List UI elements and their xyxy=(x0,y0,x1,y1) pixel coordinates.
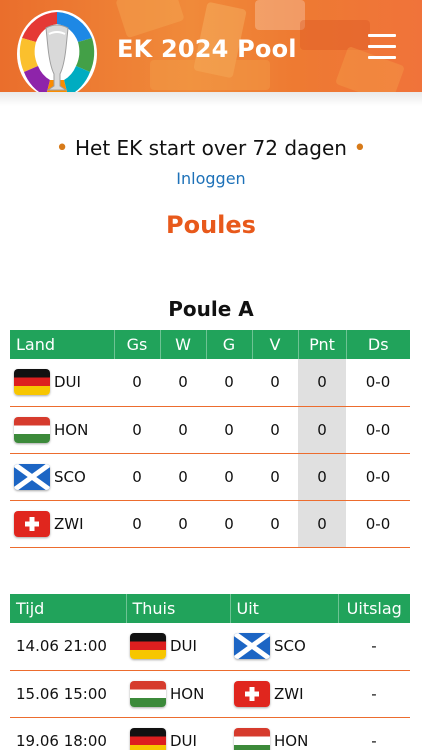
points-cell: 0 xyxy=(298,453,346,501)
points-cell: 0 xyxy=(298,500,346,548)
draws-cell: 0 xyxy=(206,359,252,407)
home-team-cell: HON xyxy=(126,670,230,718)
match-time: 15.06 15:00 xyxy=(10,670,126,718)
standings-row: HON 0 0 0 0 0 0-0 xyxy=(10,406,410,454)
hungary-flag-icon xyxy=(130,680,166,707)
column-header-w[interactable]: W xyxy=(159,330,206,359)
match-row[interactable]: 15.06 15:00 HON ZWI - xyxy=(10,670,410,718)
app-header: EK 2024 Pool xyxy=(0,0,422,92)
away-team-cell: SCO xyxy=(230,623,338,671)
header-decoration xyxy=(255,0,305,30)
team-code: HON xyxy=(170,684,205,703)
standings-header-row: Land Gs W G V Pnt Ds xyxy=(10,330,410,359)
played-cell: 0 xyxy=(114,359,160,407)
home-team-cell: DUI xyxy=(126,717,230,750)
team-code: SCO xyxy=(54,467,86,486)
goal-diff-cell: 0-0 xyxy=(346,500,410,548)
wins-cell: 0 xyxy=(160,359,206,407)
hungary-flag-icon xyxy=(234,727,270,750)
team-code: ZWI xyxy=(54,514,84,533)
team-code: DUI xyxy=(170,731,197,750)
germany-flag-icon xyxy=(130,633,166,660)
hungary-flag-icon xyxy=(14,416,50,443)
match-row[interactable]: 14.06 21:00 DUI SCO - xyxy=(10,623,410,671)
losses-cell: 0 xyxy=(252,500,298,548)
team-code: HON xyxy=(274,731,309,750)
header-decoration xyxy=(115,0,185,39)
wins-cell: 0 xyxy=(160,453,206,501)
column-header-thuis[interactable]: Thuis xyxy=(125,594,230,623)
header-decoration xyxy=(150,60,270,90)
draws-cell: 0 xyxy=(206,500,252,548)
switzerland-flag-icon xyxy=(234,680,270,707)
trophy-logo-icon[interactable] xyxy=(16,8,98,92)
away-team-cell: HON xyxy=(230,717,338,750)
group-title: Poule A xyxy=(168,297,254,321)
column-header-g[interactable]: G xyxy=(205,330,252,359)
wins-cell: 0 xyxy=(160,500,206,548)
draws-cell: 0 xyxy=(206,453,252,501)
standings-row: ZWI 0 0 0 0 0 0-0 xyxy=(10,500,410,548)
losses-cell: 0 xyxy=(252,406,298,454)
home-team-cell: DUI xyxy=(126,623,230,671)
match-time: 14.06 21:00 xyxy=(10,623,126,671)
match-result: - xyxy=(338,623,410,671)
goal-diff-cell: 0-0 xyxy=(346,453,410,501)
column-header-gs[interactable]: Gs xyxy=(113,330,160,359)
column-header-uit[interactable]: Uit xyxy=(229,594,338,623)
bullet-icon: • xyxy=(55,136,69,161)
team-code: DUI xyxy=(170,637,197,656)
played-cell: 0 xyxy=(114,453,160,501)
standings-row: SCO 0 0 0 0 0 0-0 xyxy=(10,453,410,501)
team-code: ZWI xyxy=(274,684,304,703)
match-result: - xyxy=(338,670,410,718)
matches-table: Tijd Thuis Uit Uitslag 14.06 21:00 DUI SCO… xyxy=(10,594,410,750)
goal-diff-cell: 0-0 xyxy=(346,406,410,454)
column-header-ds[interactable]: Ds xyxy=(345,330,410,359)
column-header-pnt[interactable]: Pnt xyxy=(297,330,346,359)
team-cell[interactable]: HON xyxy=(10,406,114,454)
wins-cell: 0 xyxy=(160,406,206,454)
germany-flag-icon xyxy=(14,369,50,396)
germany-flag-icon xyxy=(130,727,166,750)
scotland-flag-icon xyxy=(234,633,270,660)
match-result: - xyxy=(338,717,410,750)
matches-header-row: Tijd Thuis Uit Uitslag xyxy=(10,594,410,623)
section-title: Poules xyxy=(166,211,256,239)
points-cell: 0 xyxy=(298,359,346,407)
header-shadow xyxy=(0,92,422,106)
points-cell: 0 xyxy=(298,406,346,454)
team-code: HON xyxy=(54,420,89,439)
losses-cell: 0 xyxy=(252,453,298,501)
bullet-icon: • xyxy=(353,136,367,161)
team-cell[interactable]: ZWI xyxy=(10,500,114,548)
login-link[interactable]: Inloggen xyxy=(0,169,422,188)
team-cell[interactable]: DUI xyxy=(10,359,114,407)
column-header-uitslag[interactable]: Uitslag xyxy=(337,594,410,623)
goal-diff-cell: 0-0 xyxy=(346,359,410,407)
match-time: 19.06 18:00 xyxy=(10,717,126,750)
team-code: DUI xyxy=(54,373,81,392)
played-cell: 0 xyxy=(114,500,160,548)
played-cell: 0 xyxy=(114,406,160,454)
losses-cell: 0 xyxy=(252,359,298,407)
column-header-v[interactable]: V xyxy=(251,330,298,359)
match-row[interactable]: 19.06 18:00 DUI HON - xyxy=(10,717,410,750)
countdown-text: Het EK start over 72 dagen xyxy=(75,136,347,160)
team-cell[interactable]: SCO xyxy=(10,453,114,501)
header-decoration xyxy=(300,20,370,50)
switzerland-flag-icon xyxy=(14,510,50,537)
standings-table: Land Gs W G V Pnt Ds DUI 0 0 0 0 0 0-0 HON 0 0 0 0 0… xyxy=(10,330,410,548)
column-header-tijd[interactable]: Tijd xyxy=(10,594,126,623)
column-header-land[interactable]: Land xyxy=(10,330,114,359)
draws-cell: 0 xyxy=(206,406,252,454)
away-team-cell: ZWI xyxy=(230,670,338,718)
app-title: EK 2024 Pool xyxy=(117,35,297,63)
standings-row: DUI 0 0 0 0 0 0-0 xyxy=(10,359,410,407)
team-code: SCO xyxy=(274,637,306,656)
scotland-flag-icon xyxy=(14,463,50,490)
hamburger-menu-icon[interactable] xyxy=(366,34,398,60)
countdown-banner: • Het EK start over 72 dagen • xyxy=(0,136,422,161)
